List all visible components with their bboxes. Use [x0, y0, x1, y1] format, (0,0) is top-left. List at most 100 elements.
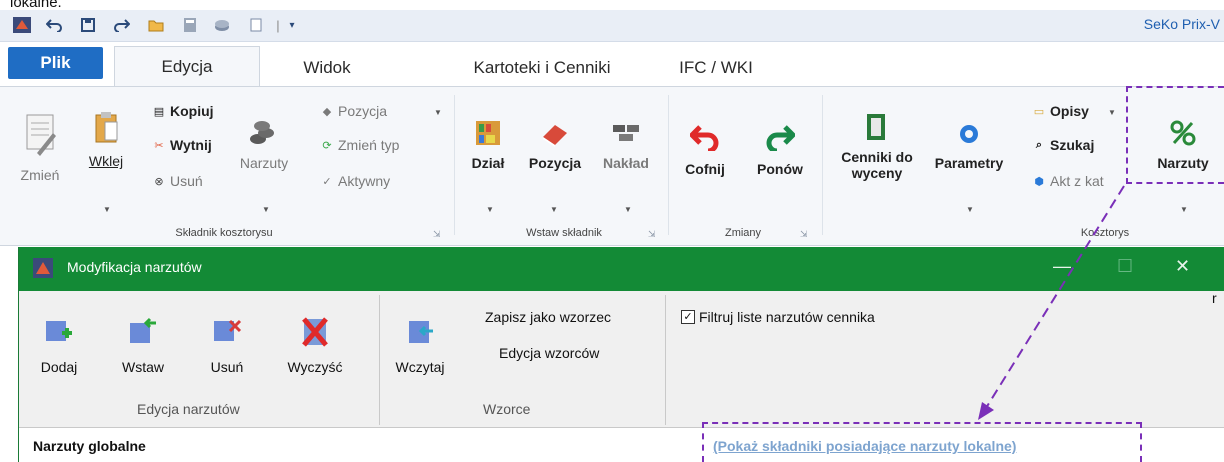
usun-button[interactable]: Usuń	[205, 317, 249, 375]
coins-icon[interactable]	[212, 16, 232, 34]
tab-widok[interactable]: Widok	[282, 50, 372, 86]
opisy-button[interactable]: ▭ Opisy	[1032, 103, 1089, 119]
scissors-icon: ✂	[154, 139, 164, 152]
edycja-narzutow-label: Edycja narzutów	[137, 401, 240, 417]
opisy-dropdown-icon[interactable]: ▼	[1108, 108, 1116, 117]
narzuty-kosztorys-dropdown-icon[interactable]: ▼	[1180, 205, 1188, 214]
app-icon[interactable]	[12, 16, 32, 34]
wczytaj-button[interactable]: Wczytaj	[387, 317, 453, 375]
narzuty-ribbon-button[interactable]: Narzuty	[232, 115, 296, 171]
cenniki-button[interactable]: Cenniki do wyceny	[832, 109, 922, 181]
maximize-icon: ☐	[1117, 256, 1134, 276]
pozycja-small-button[interactable]: ◆ Pozycja	[320, 103, 387, 119]
copy-icon: ▤	[153, 105, 165, 118]
filtruj-checkbox[interactable]: ✓ Filtruj liste narzutów cennika	[681, 309, 875, 325]
load-icon	[409, 321, 433, 343]
naklad-button[interactable]: Nakład	[596, 115, 656, 171]
group-label-zmiany: Zmiany	[724, 227, 762, 239]
save-icon[interactable]	[78, 16, 98, 34]
zmien-typ-button[interactable]: ⟳ Zmień typ	[320, 137, 399, 153]
narzuty-dropdown-icon[interactable]: ▼	[262, 205, 270, 214]
dzial-button[interactable]: Dział	[466, 115, 510, 171]
redo-large-icon	[764, 117, 796, 157]
clipboard-icon	[90, 105, 122, 149]
group-label-kosztorys: Kosztorys	[1080, 227, 1130, 239]
filtruj-label: Filtruj liste narzutów cennika	[699, 309, 875, 325]
refresh-icon: ⟳	[322, 139, 332, 152]
checkbox-box[interactable]: ✓	[681, 310, 695, 324]
zmien-button[interactable]: Zmień	[18, 111, 62, 183]
gear-icon	[953, 117, 985, 151]
wyczysc-button[interactable]: Wyczyść	[279, 317, 351, 375]
naklad-dropdown-icon[interactable]: ▼	[624, 205, 632, 214]
calculator-icon[interactable]	[180, 16, 200, 34]
add-row-icon	[46, 321, 72, 341]
shield-icon: ⬢	[1034, 175, 1044, 188]
pozycja-icon: ◆	[322, 105, 332, 118]
skladnik-launcher-icon[interactable]: ⇲	[433, 229, 441, 240]
close-icon[interactable]: ✕	[1175, 256, 1190, 277]
ribbon-tabs: Plik Edycja Widok Kartoteki i Cenniki IF…	[0, 42, 1224, 87]
clear-x-icon	[302, 317, 328, 347]
dialog-titlebar[interactable]: Modyfikacja narzutów — ☐ ✕	[19, 247, 1224, 291]
undo-icon[interactable]	[44, 16, 64, 34]
minimize-icon[interactable]: —	[1053, 256, 1071, 277]
group-separator	[454, 95, 455, 235]
cofnij-button[interactable]: Cofnij	[680, 117, 730, 177]
dodaj-button[interactable]: Dodaj	[37, 317, 81, 375]
wstaw-launcher-icon[interactable]: ⇲	[648, 229, 656, 240]
dialog-group-separator	[379, 295, 380, 425]
page-icon[interactable]	[246, 16, 266, 34]
wklej-dropdown-icon[interactable]: ▼	[103, 205, 111, 214]
redo-icon[interactable]	[112, 16, 132, 34]
ribbon-panel: Zmień Wklej ▼ ▤ Kopiuj ✂ Wytnij ⊗ Usuń Narz…	[0, 86, 1224, 246]
wklej-button[interactable]: Wklej	[84, 105, 128, 169]
zapisz-jako-wzorzec-button[interactable]: Zapisz jako wzorzec	[485, 309, 611, 325]
pozycja-button[interactable]: Pozycja	[522, 115, 588, 171]
insert-row-icon	[130, 317, 156, 343]
dialog-group-separator	[665, 295, 666, 425]
wzorce-label: Wzorce	[483, 401, 531, 417]
group-separator	[822, 95, 823, 235]
usun-ribbon-button[interactable]: ⊗ Usuń	[152, 173, 202, 189]
wytnij-button[interactable]: ✂ Wytnij	[152, 137, 211, 153]
zmiany-launcher-icon[interactable]: ⇲	[800, 229, 808, 240]
narzuty-globalne-label: Narzuty globalne	[33, 438, 146, 454]
group-separator	[668, 95, 669, 235]
akt-z-kat-button[interactable]: ⬢ Akt z kat	[1032, 173, 1104, 189]
checkmark-icon: ✓	[322, 175, 332, 188]
wstaw-button[interactable]: Wstaw	[115, 317, 171, 375]
note-icon: ▭	[1033, 105, 1045, 118]
group-label-wstaw: Wstaw składnik	[526, 227, 602, 239]
dialog-title: Modyfikacja narzutów	[67, 259, 202, 275]
dzial-dropdown-icon[interactable]: ▼	[486, 205, 494, 214]
group-label-skladnik: Składnik kosztorysu	[175, 227, 273, 239]
tab-kartoteki[interactable]: Kartoteki i Cenniki	[444, 50, 640, 86]
zmien-label: Zmień	[20, 167, 60, 183]
szukaj-button[interactable]: ⌕ Szukaj	[1032, 137, 1094, 153]
ponow-button[interactable]: Ponów	[752, 117, 808, 177]
edycja-wzorcow-button[interactable]: Edycja wzorców	[499, 345, 599, 361]
pozycja-dropdown-icon[interactable]: ▼	[434, 108, 442, 117]
annotation-box-link	[702, 422, 1142, 462]
dropdown-icon[interactable]: ▾	[282, 16, 302, 34]
kopiuj-button[interactable]: ▤ Kopiuj	[152, 103, 214, 119]
parametry-dropdown-icon[interactable]: ▼	[966, 205, 974, 214]
tab-ifc-wki[interactable]: IFC / WKI	[666, 50, 766, 86]
bookshelf-icon	[472, 115, 504, 151]
narzuty-ribbon-label: Narzuty	[239, 155, 289, 171]
parametry-button[interactable]: Parametry	[928, 117, 1010, 171]
document-edit-icon	[20, 111, 60, 163]
tab-plik[interactable]: Plik	[8, 47, 103, 79]
tab-edycja[interactable]: Edycja	[114, 46, 260, 87]
coins-stack-icon	[248, 115, 280, 151]
pozycja-insert-dropdown-icon[interactable]: ▼	[550, 205, 558, 214]
delete-circle-icon: ⊗	[154, 175, 164, 188]
folder-icon[interactable]	[146, 16, 166, 34]
quick-access-toolbar: | ▾ SeKo Prix-V	[0, 10, 1224, 42]
dialog-app-icon	[33, 258, 53, 278]
book-icon	[539, 115, 571, 151]
edge-text: r	[1212, 290, 1217, 306]
aktywny-button[interactable]: ✓ Aktywny	[320, 173, 390, 189]
door-book-icon	[861, 109, 893, 145]
